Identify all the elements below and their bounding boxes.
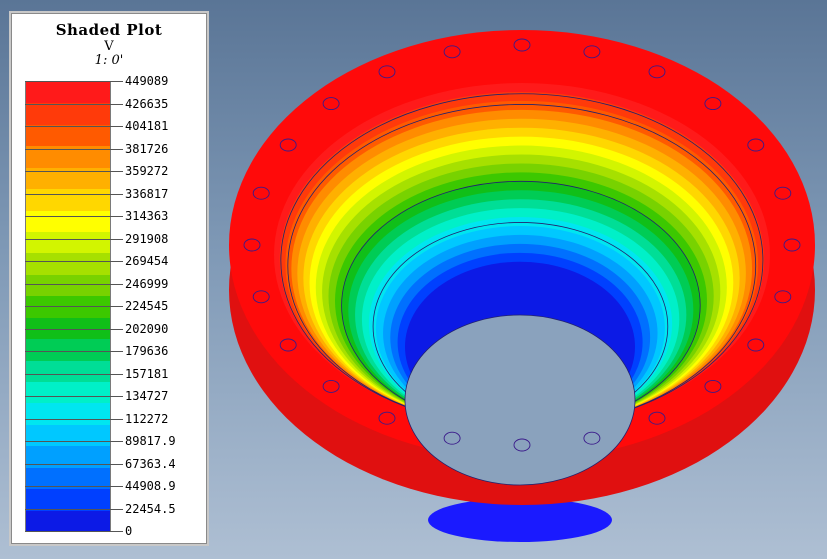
legend-band — [26, 253, 110, 276]
legend-band — [26, 296, 110, 319]
legend-tick-line — [25, 284, 123, 285]
legend-tick-line — [25, 441, 123, 442]
legend-tick-label: 426635 — [125, 97, 169, 111]
legend-tick-label: 89817.9 — [125, 434, 176, 448]
legend-tick-label: 67363.4 — [125, 457, 176, 471]
legend-tick-line — [25, 126, 123, 127]
legend-tick-line — [25, 509, 123, 510]
legend-tick-label: 0 — [125, 524, 133, 538]
legend-tick-label: 314363 — [125, 209, 169, 223]
legend-tick-line — [25, 216, 123, 217]
legend-tick-line — [25, 149, 123, 150]
legend-tick-label: 22454.5 — [125, 502, 176, 516]
legend-tick-line — [25, 239, 123, 240]
legend-tick-label: 269454 — [125, 254, 169, 268]
legend-tick-line — [25, 81, 123, 82]
legend-tick-line — [25, 486, 123, 487]
legend-tick-line — [25, 306, 123, 307]
legend-band — [26, 232, 110, 254]
legend-tick-line — [25, 419, 123, 420]
legend-band — [26, 189, 110, 212]
legend-tick-line — [25, 171, 123, 172]
legend-band — [26, 403, 110, 426]
legend-tick-label: 381726 — [125, 142, 169, 156]
legend-tick-line — [25, 104, 123, 105]
legend-tick-label: 112272 — [125, 412, 169, 426]
legend-tick-label: 179636 — [125, 344, 169, 358]
legend-tick-line — [25, 329, 123, 330]
legend-band — [26, 124, 110, 147]
legend-tick-label: 336817 — [125, 187, 169, 201]
legend-band — [26, 82, 110, 104]
legend-tick-line — [25, 464, 123, 465]
legend-band — [26, 360, 110, 383]
legend-tick-label: 134727 — [125, 389, 169, 403]
legend-tick-line — [25, 396, 123, 397]
central-opening — [404, 314, 636, 486]
legend-band — [26, 510, 110, 533]
legend-band — [26, 274, 110, 297]
legend-tick-label: 246999 — [125, 277, 169, 291]
legend-band — [26, 382, 110, 404]
legend-tick-line — [25, 531, 123, 532]
legend-band — [26, 424, 110, 447]
legend-tick-line — [25, 351, 123, 352]
legend-tick-line — [25, 261, 123, 262]
legend-tick-label: 291908 — [125, 232, 169, 246]
legend-tick-label: 157181 — [125, 367, 169, 381]
legend-tick-label: 202090 — [125, 322, 169, 336]
legend-tick-line — [25, 374, 123, 375]
legend-title: Shaded Plot — [55, 21, 163, 39]
legend-scale: 1: 0' — [94, 53, 124, 68]
legend-tick-line — [25, 194, 123, 195]
legend-band — [26, 210, 110, 233]
legend-tick-label: 404181 — [125, 119, 169, 133]
legend-tick-label: 449089 — [125, 74, 169, 88]
legend-quantity: V — [104, 39, 114, 54]
legend-band — [26, 103, 110, 126]
legend-band — [26, 489, 110, 512]
legend-tick-label: 224545 — [125, 299, 169, 313]
legend-panel: Shaded Plot V 1: 0' 449089 426635 404181 38… — [9, 11, 209, 546]
legend-tick-label: 359272 — [125, 164, 169, 178]
legend-tick-label: 44908.9 — [125, 479, 176, 493]
